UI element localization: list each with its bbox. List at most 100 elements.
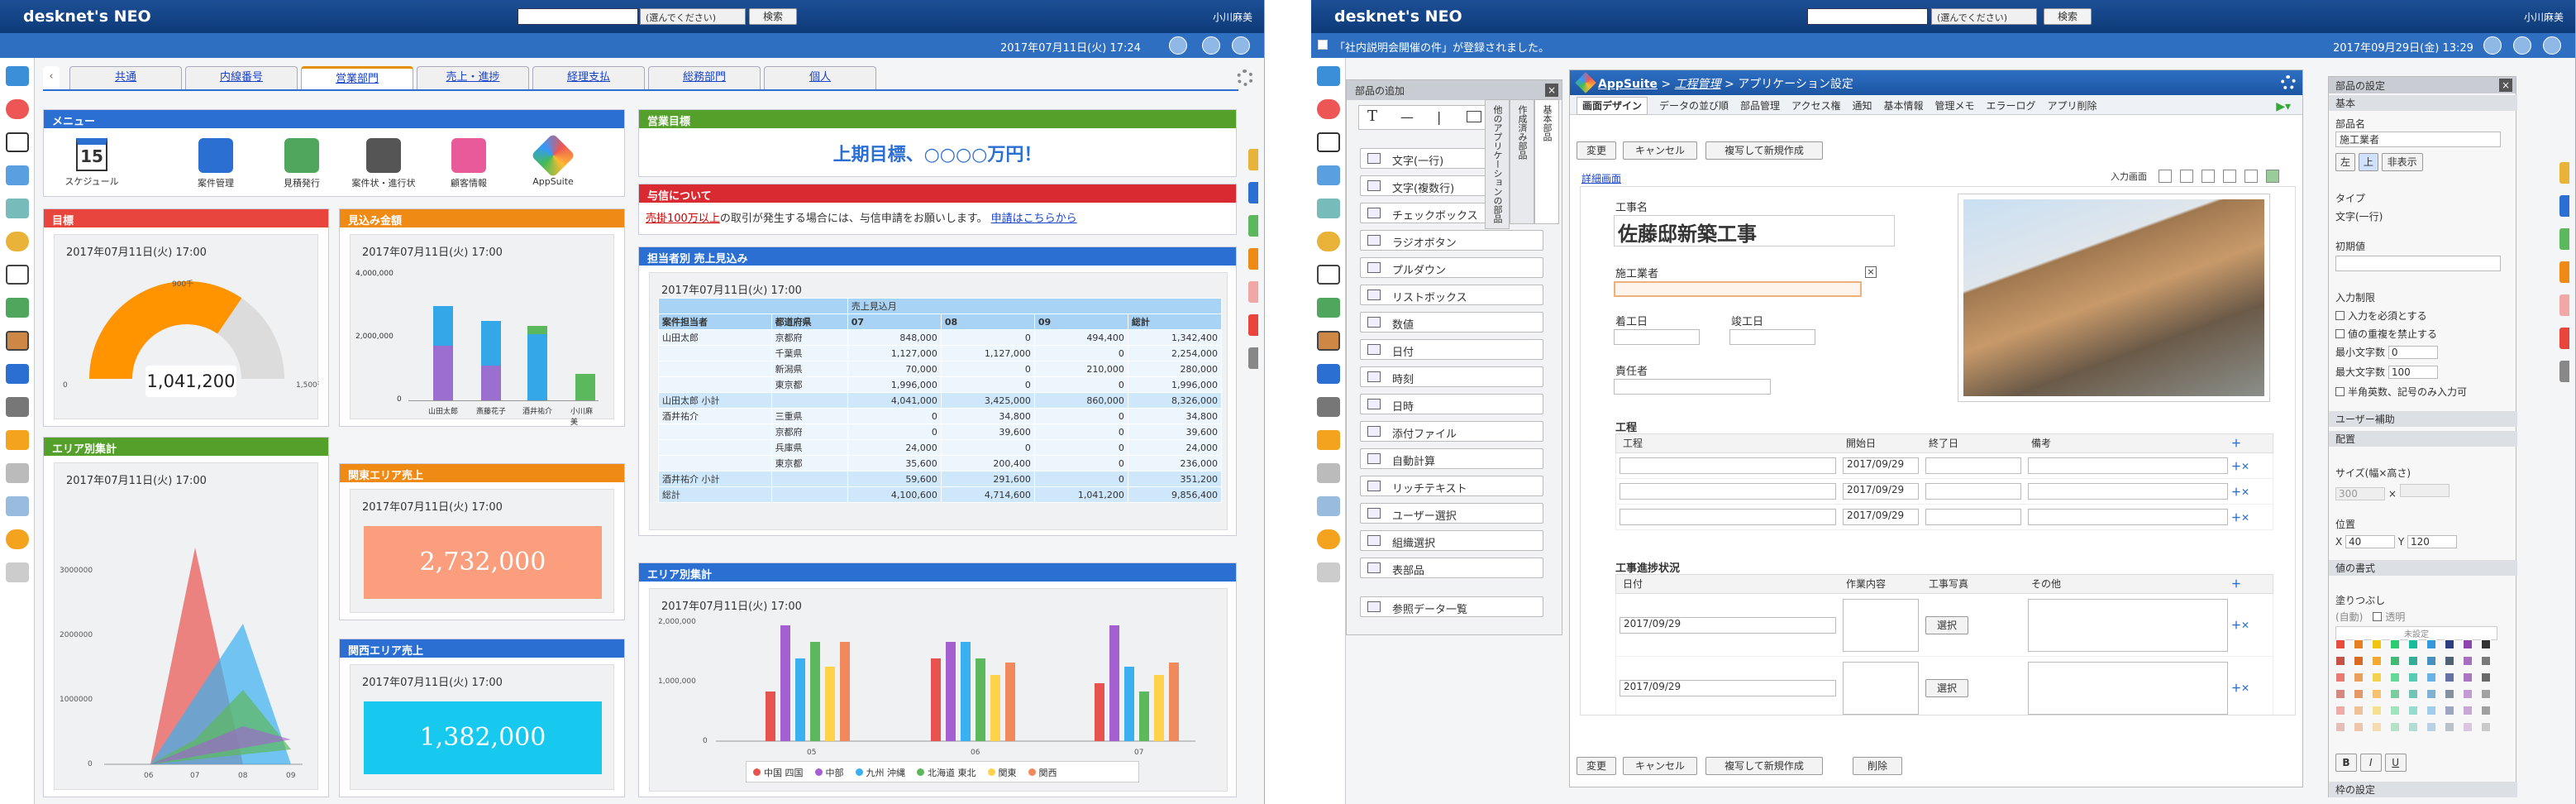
change-button-bottom[interactable]: 変更 bbox=[1577, 757, 1616, 775]
color-swatch[interactable] bbox=[2408, 722, 2418, 732]
schedule-icon[interactable] bbox=[1316, 132, 1340, 152]
color-swatch[interactable] bbox=[2354, 639, 2364, 649]
appsuite-icon[interactable] bbox=[1316, 99, 1340, 119]
preview-play-icon[interactable]: ▶▾ bbox=[2276, 100, 2291, 113]
section-layout[interactable]: 配置 bbox=[2329, 431, 2517, 447]
initial-field[interactable] bbox=[2335, 256, 2501, 271]
palette-item[interactable]: 自動計算 bbox=[1360, 448, 1543, 469]
notification-icon[interactable] bbox=[1169, 36, 1187, 55]
support-icon[interactable] bbox=[5, 529, 29, 549]
help-icon[interactable] bbox=[5, 496, 29, 516]
hide-button[interactable]: 非表示 bbox=[2381, 153, 2423, 171]
grid-input[interactable] bbox=[2028, 509, 2228, 525]
required-check[interactable]: 入力を必須とする bbox=[2335, 309, 2427, 323]
shortcut-tag[interactable] bbox=[2559, 328, 2569, 349]
row-add-remove-icon[interactable]: ＋✕ bbox=[2231, 681, 2249, 695]
palette-item[interactable]: ラジオボタン bbox=[1360, 230, 1543, 251]
search-input[interactable] bbox=[518, 8, 638, 25]
section-border[interactable]: 枠の設定 bbox=[2329, 782, 2517, 797]
color-swatch[interactable] bbox=[2426, 722, 2436, 732]
support-icon[interactable] bbox=[1316, 529, 1340, 549]
user-icon[interactable] bbox=[2543, 36, 2561, 55]
y-field[interactable]: 120 bbox=[2407, 535, 2458, 548]
grid-input[interactable] bbox=[2028, 457, 2228, 474]
settings-tab[interactable]: 通知 bbox=[1852, 100, 1872, 112]
cancel-button-bottom[interactable]: キャンセル bbox=[1623, 757, 1697, 775]
grid-input[interactable]: 2017/09/29 bbox=[1843, 483, 1919, 500]
folder-icon[interactable] bbox=[1316, 430, 1340, 450]
color-swatch[interactable] bbox=[2335, 672, 2345, 682]
palette-close-icon[interactable]: × bbox=[1545, 84, 1558, 97]
menu-item-customers[interactable]: 顧客情報 bbox=[439, 138, 499, 189]
section-assist[interactable]: ユーザー補助 bbox=[2329, 411, 2517, 427]
vtab-created[interactable]: 作成済み部品 bbox=[1510, 99, 1534, 224]
user-name[interactable]: 小川麻美 bbox=[1213, 10, 1252, 24]
notice-text[interactable]: 「社内説明会開催の件」が登録されました。 bbox=[1334, 39, 1549, 55]
max-field[interactable]: 100 bbox=[2388, 366, 2438, 379]
input-screen-select[interactable]: 入力画面 bbox=[2111, 170, 2147, 183]
crumb-app-name[interactable]: 工程管理 bbox=[1675, 78, 1721, 91]
shortcut-tag[interactable] bbox=[1248, 248, 1258, 270]
notification-icon[interactable] bbox=[2483, 36, 2502, 55]
settings-tab[interactable]: アクセス権 bbox=[1791, 100, 1840, 112]
color-swatch[interactable] bbox=[2372, 722, 2382, 732]
apply-link[interactable]: 申請はこちらから bbox=[991, 213, 1077, 225]
message-icon[interactable] bbox=[1202, 36, 1220, 55]
textarea-field[interactable] bbox=[2028, 598, 2228, 652]
settings-icon[interactable] bbox=[1316, 463, 1340, 483]
app-logo[interactable]: desknet's NEO bbox=[1334, 7, 1462, 26]
color-swatch[interactable] bbox=[2463, 672, 2473, 682]
menu-item-appsuite[interactable]: AppSuite bbox=[523, 133, 583, 187]
color-swatch[interactable] bbox=[2445, 639, 2454, 649]
section-format[interactable]: 値の書式 bbox=[2329, 560, 2517, 576]
timecard-icon[interactable] bbox=[5, 232, 29, 251]
chart-icon[interactable] bbox=[5, 364, 29, 384]
min-field[interactable]: 0 bbox=[2388, 346, 2438, 359]
color-swatch[interactable] bbox=[2426, 656, 2436, 666]
shortcut-tag[interactable] bbox=[1248, 281, 1258, 303]
row-add-remove-icon[interactable]: ＋✕ bbox=[2231, 485, 2249, 499]
appsuite-icon[interactable] bbox=[5, 99, 29, 119]
settings-icon[interactable] bbox=[5, 463, 29, 483]
settings-tab[interactable]: 管理メモ bbox=[1934, 100, 1974, 112]
alnum-check[interactable]: 半角英数、記号のみ入力可 bbox=[2335, 385, 2467, 399]
tab-common[interactable]: 共通 bbox=[69, 66, 182, 89]
change-button[interactable]: 変更 bbox=[1577, 141, 1616, 160]
box-tool-icon[interactable] bbox=[1467, 111, 1481, 122]
name-field[interactable]: 施工業者 bbox=[2335, 132, 2501, 147]
settings-tab[interactable]: 画面デザイン bbox=[1577, 97, 1648, 115]
search-scope-select[interactable]: (選んでください) bbox=[1931, 8, 2037, 25]
misc-icon[interactable] bbox=[1316, 562, 1340, 582]
color-swatch[interactable] bbox=[2408, 689, 2418, 699]
vline-tool-icon[interactable]: | bbox=[1437, 109, 1441, 125]
tab-personal[interactable]: 個人 bbox=[764, 66, 876, 89]
checkbox[interactable] bbox=[2335, 311, 2345, 320]
color-swatch[interactable] bbox=[2335, 689, 2345, 699]
shortcut-tag[interactable] bbox=[2559, 294, 2569, 316]
color-swatch[interactable] bbox=[2463, 722, 2473, 732]
palette-item[interactable]: リッチテキスト bbox=[1360, 476, 1543, 496]
color-swatch[interactable] bbox=[2390, 689, 2400, 699]
tab-sales[interactable]: 営業部門 bbox=[301, 66, 413, 89]
copy-new-button[interactable]: 複写して新規作成 bbox=[1705, 141, 1823, 160]
settings-tab[interactable]: エラーログ bbox=[1987, 100, 2036, 112]
color-swatch[interactable] bbox=[2408, 656, 2418, 666]
grid-input[interactable] bbox=[1620, 483, 1836, 500]
color-swatch[interactable] bbox=[2372, 656, 2382, 666]
underline-button[interactable]: U bbox=[2384, 754, 2407, 772]
board-icon[interactable] bbox=[1316, 331, 1340, 351]
shortcut-tag[interactable] bbox=[2559, 261, 2569, 283]
layout-tool-icon[interactable] bbox=[2202, 170, 2215, 183]
grid-input[interactable]: 2017/09/29 bbox=[1843, 457, 1919, 474]
palette-item[interactable]: 日時 bbox=[1360, 394, 1543, 414]
add-row-icon[interactable]: ＋ bbox=[2231, 434, 2241, 452]
color-swatch[interactable] bbox=[2463, 689, 2473, 699]
chart-icon[interactable] bbox=[1316, 364, 1340, 384]
settings-tab[interactable]: 基本情報 bbox=[1883, 100, 1923, 112]
color-swatch[interactable] bbox=[2390, 722, 2400, 732]
palette-item[interactable]: 表部品 bbox=[1360, 558, 1543, 578]
board-icon[interactable] bbox=[5, 331, 29, 351]
cancel-button[interactable]: キャンセル bbox=[1623, 141, 1697, 160]
settings-gear-icon[interactable] bbox=[2281, 75, 2296, 90]
layout-tool-icon[interactable] bbox=[2159, 170, 2172, 183]
